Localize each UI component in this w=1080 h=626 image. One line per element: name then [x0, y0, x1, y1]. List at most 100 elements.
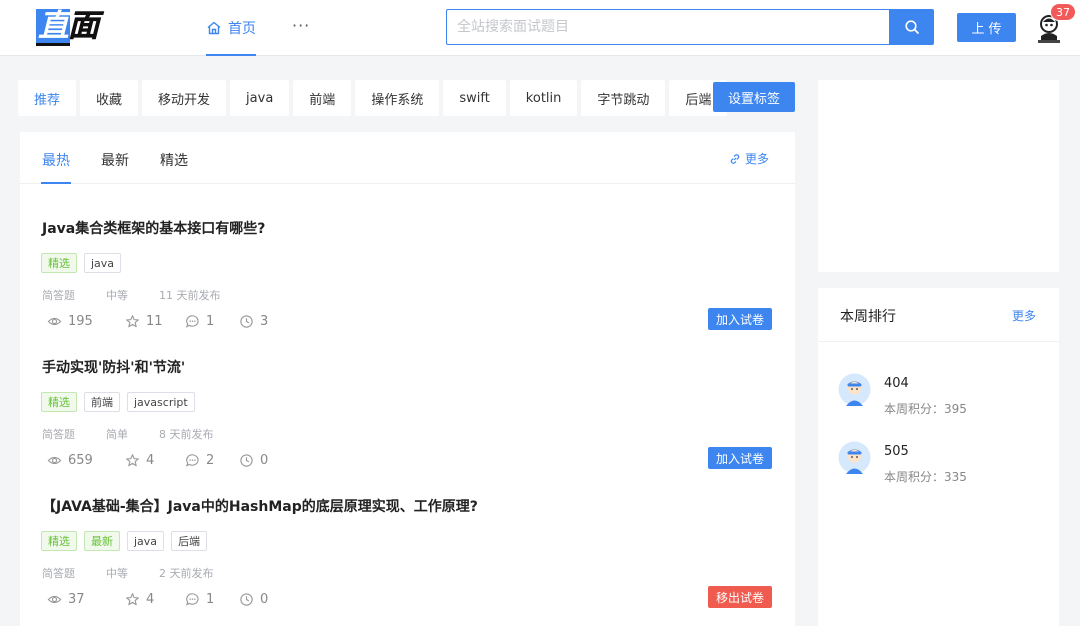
question-feed: 最热 最新 精选 更多 Java集合类框架的基本接口有哪些? 精选 java 简答题中…: [20, 132, 795, 626]
question-meta: 简答题 中等 11 天前发布: [42, 287, 221, 303]
question-type: 简答题: [42, 289, 75, 302]
question-tag[interactable]: java: [127, 531, 165, 551]
search-input[interactable]: [446, 9, 890, 45]
question-difficulty: 简单: [106, 428, 128, 441]
question-title[interactable]: 手动实现'防抖'和'节流': [42, 357, 185, 377]
tag-chip[interactable]: 收藏: [80, 80, 139, 116]
nav-active-indicator: [206, 54, 256, 56]
remove-from-paper-button[interactable]: 移出试卷: [708, 586, 772, 608]
question-tag[interactable]: 精选: [41, 253, 77, 273]
question-tag[interactable]: javascript: [127, 392, 195, 412]
clock-icon: [240, 593, 253, 606]
tag-chip[interactable]: 字节跳动: [581, 80, 666, 116]
nav-more-menu[interactable]: ···: [292, 16, 310, 35]
sidebar-banner: [818, 80, 1059, 272]
top-header: 直面 首页 ··· 上传 37: [0, 0, 1080, 56]
history-count: 3: [239, 314, 279, 329]
more-link[interactable]: 更多: [729, 150, 769, 167]
link-icon: [730, 153, 740, 164]
tag-chip[interactable]: 操作系统: [355, 80, 440, 116]
comment-count-value: 1: [206, 592, 215, 607]
ranking-user-score: 本周积分：335: [884, 470, 967, 484]
view-count: 195: [47, 314, 125, 329]
question-item[interactable]: 【JAVA基础-集合】Java中的HashMap的底层原理实现、工作原理? 精选最…: [20, 496, 795, 626]
question-meta: 简答题 简单 8 天前发布: [42, 426, 214, 442]
question-type: 简答题: [42, 567, 75, 580]
tab-latest[interactable]: 最新: [101, 150, 129, 170]
avatar[interactable]: [838, 373, 871, 406]
notification-badge[interactable]: 37: [1050, 3, 1076, 21]
question-type: 简答题: [42, 428, 75, 441]
question-tag[interactable]: 精选: [41, 392, 77, 412]
question-difficulty: 中等: [106, 567, 128, 580]
question-title[interactable]: 【JAVA基础-集合】Java中的HashMap的底层原理实现、工作原理?: [42, 496, 478, 516]
star-count[interactable]: 4: [125, 453, 185, 468]
nav-home[interactable]: 首页: [206, 0, 256, 56]
question-stats: 659 4 2 0: [47, 453, 279, 468]
history-count-value: 0: [260, 453, 269, 468]
question-published: 8 天前发布: [159, 428, 214, 441]
ranking-user-name[interactable]: 505: [884, 444, 909, 459]
question-tag[interactable]: 前端: [84, 392, 120, 412]
tag-chip[interactable]: swift: [443, 80, 506, 116]
question-tags: 精选 前端 javascript: [41, 392, 195, 412]
avatar[interactable]: [838, 441, 871, 474]
add-to-paper-button[interactable]: 加入试卷: [708, 447, 772, 469]
tab-hot[interactable]: 最热: [42, 150, 70, 170]
logo-text: 直面: [38, 8, 99, 45]
upload-button[interactable]: 上传: [957, 13, 1016, 42]
set-tags-button[interactable]: 设置标签: [713, 82, 795, 112]
tag-chip[interactable]: 推荐: [18, 80, 77, 116]
tag-bar: 推荐 收藏 移动开发 java 前端 操作系统 swift kotlin 字节跳动 后端: [18, 80, 728, 116]
tab-featured[interactable]: 精选: [160, 150, 188, 170]
comment-icon: [185, 315, 199, 328]
star-count[interactable]: 4: [125, 592, 185, 607]
question-tags: 精选 java: [41, 253, 122, 273]
feed-tabs: 最热 最新 精选 更多: [20, 132, 795, 184]
question-published: 11 天前发布: [159, 289, 221, 302]
question-item[interactable]: Java集合类框架的基本接口有哪些? 精选 java 简答题 中等 11 天前发布 195 1…: [20, 218, 795, 357]
home-icon: [207, 21, 221, 35]
question-stats: 37 4 1 0: [47, 592, 279, 607]
tab-active-indicator: [41, 182, 71, 184]
more-link-label: 更多: [745, 152, 770, 166]
clock-icon: [240, 315, 253, 328]
star-count-value: 4: [146, 592, 155, 607]
tag-chip[interactable]: 移动开发: [142, 80, 227, 116]
search-icon: [904, 20, 919, 34]
question-title[interactable]: Java集合类框架的基本接口有哪些?: [42, 218, 265, 238]
nav-home-label: 首页: [228, 21, 256, 37]
question-item[interactable]: 手动实现'防抖'和'节流' 精选 前端 javascript 简答题 简单 8 天前发布 65…: [20, 357, 795, 496]
ranking-user-name[interactable]: 404: [884, 376, 909, 391]
question-tag[interactable]: 精选: [41, 531, 77, 551]
question-tag[interactable]: java: [84, 253, 122, 273]
ranking-item[interactable]: 404 本周积分：395: [838, 373, 1048, 423]
star-count[interactable]: 11: [125, 314, 185, 329]
search-button[interactable]: [889, 9, 934, 45]
ranking-more-link[interactable]: 更多: [1012, 307, 1036, 324]
logo-underline: [36, 43, 70, 46]
ranking-header: 本周排行 更多: [818, 288, 1059, 342]
clock-icon: [240, 454, 253, 467]
star-icon: [126, 454, 139, 467]
tag-chip[interactable]: kotlin: [509, 80, 578, 116]
question-stats: 195 11 1 3: [47, 314, 279, 329]
site-logo[interactable]: 直面: [36, 8, 108, 46]
view-count: 659: [47, 453, 125, 468]
comment-count: 1: [185, 314, 239, 329]
question-meta: 简答题 中等 2 天前发布: [42, 565, 214, 581]
history-count: 0: [239, 592, 279, 607]
tag-chip[interactable]: java: [230, 80, 290, 116]
history-count: 0: [239, 453, 279, 468]
comment-icon: [185, 454, 199, 467]
comment-count: 2: [185, 453, 239, 468]
question-tag[interactable]: 最新: [84, 531, 120, 551]
question-tag[interactable]: 后端: [171, 531, 208, 551]
ranking-user-score: 本周积分：395: [884, 402, 967, 416]
ranking-item[interactable]: 505 本周积分：335: [838, 441, 1048, 491]
star-count-value: 11: [146, 314, 163, 329]
eye-icon: [47, 595, 62, 604]
add-to-paper-button[interactable]: 加入试卷: [708, 308, 772, 330]
tag-chip[interactable]: 前端: [293, 80, 352, 116]
view-count-value: 195: [68, 314, 93, 329]
